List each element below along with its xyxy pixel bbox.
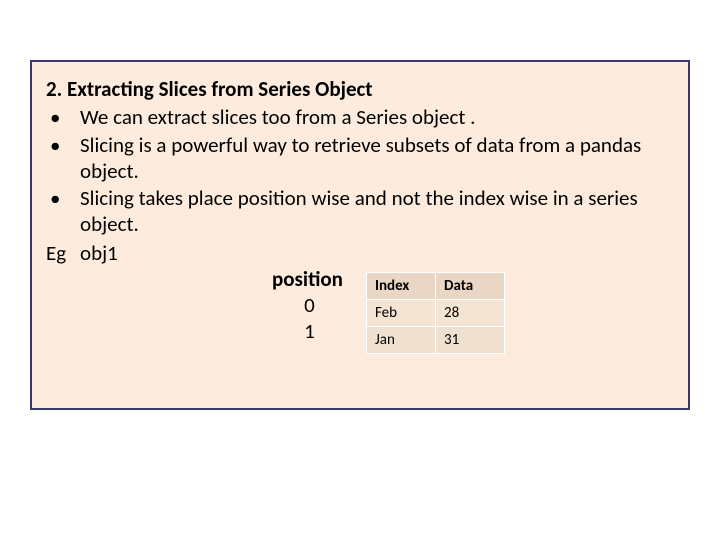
bullet-icon: • — [46, 132, 80, 185]
position-value: 1 — [272, 318, 347, 344]
bullet-icon: • — [46, 104, 80, 130]
section-title: 2. Extracting Slices from Series Object — [46, 76, 674, 102]
bullet-icon: • — [46, 185, 80, 238]
example-label: Eg — [46, 240, 80, 266]
table-row: Jan 31 — [367, 327, 505, 354]
position-value: 0 — [272, 292, 347, 318]
bullet-item: • Slicing is a powerful way to retrieve … — [46, 132, 674, 185]
table-header-row: Index Data — [367, 273, 505, 300]
table-cell: Jan — [367, 327, 436, 354]
slide: 2. Extracting Slices from Series Object … — [0, 0, 720, 540]
table-cell: 28 — [436, 300, 505, 327]
table-header-index: Index — [367, 273, 436, 300]
bullet-text: Slicing takes place position wise and no… — [80, 185, 674, 238]
table-row: Feb 28 — [367, 300, 505, 327]
table-header-data: Data — [436, 273, 505, 300]
content-panel: 2. Extracting Slices from Series Object … — [30, 60, 690, 410]
bullet-item: • Slicing takes place position wise and … — [46, 185, 674, 238]
example-row: Eg obj1 — [46, 240, 674, 266]
bullet-text: We can extract slices too from a Series … — [80, 104, 674, 130]
content-body: 2. Extracting Slices from Series Object … — [46, 76, 674, 266]
example-object: obj1 — [80, 240, 118, 266]
series-table: Index Data Feb 28 Jan 31 — [366, 272, 505, 354]
bullet-item: • We can extract slices too from a Serie… — [46, 104, 674, 130]
table-cell: 31 — [436, 327, 505, 354]
position-header: position — [272, 266, 347, 292]
position-block: position 0 1 — [272, 266, 347, 345]
bullet-text: Slicing is a powerful way to retrieve su… — [80, 132, 674, 185]
table-cell: Feb — [367, 300, 436, 327]
